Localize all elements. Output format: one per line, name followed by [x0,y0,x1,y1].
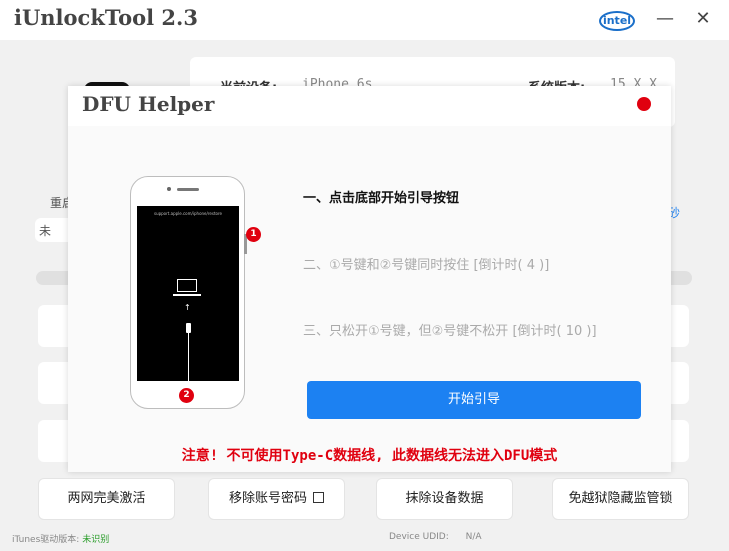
step-3: 三、只松开①号键，但②号键不松开 [倒计时( 10 )] [303,324,597,339]
close-window-button[interactable]: ✕ [692,8,714,30]
remove-account-button[interactable]: 移除账号密码 [208,478,345,520]
start-guide-button[interactable]: 开始引导 [307,381,641,419]
udid-value: N/A [465,532,482,542]
laptop-base-icon [173,294,201,296]
minimize-button[interactable]: — [654,8,676,30]
itunes-value: 未识别 [82,535,110,545]
phone-restore-url: support.apple.com/iphone/restore [153,211,222,216]
badge-power-key: 1 [246,227,261,242]
activate-button[interactable]: 两网完美激活 [38,478,175,520]
erase-device-button[interactable]: 抹除设备数据 [376,478,513,520]
status-chip-text: 未 [39,224,52,238]
itunes-label: iTunes驱动版本: [12,535,80,545]
step-2: 二、①号键和②号键同时按住 [倒计时( 4 )] [303,258,550,273]
phone-screen: support.apple.com/iphone/restore ↑ [137,206,239,381]
cable-icon [188,333,189,381]
udid-label: Device UDID: [389,532,449,542]
dfu-helper-dialog: DFU Helper support.apple.com/iphone/rest… [68,86,671,472]
badge-home-key: 2 [179,388,194,403]
hide-mdm-button[interactable]: 免越狱隐藏监管锁 [552,478,689,520]
dialog-title: DFU Helper [82,92,215,116]
phone-camera [167,187,171,191]
phone-illustration: support.apple.com/iphone/restore ↑ [130,176,247,409]
phone-speaker [177,188,199,191]
title-bar: iUnlockTool 2.3 intel — ✕ [0,0,729,40]
lightning-connector-icon [186,323,191,333]
dialog-header: DFU Helper [68,86,671,126]
remove-account-checkbox[interactable] [313,492,324,503]
step-1: 一、点击底部开始引导按钮 [303,191,460,206]
arrow-up-icon: ↑ [184,303,191,312]
laptop-icon [177,279,197,292]
intel-logo: intel [599,11,635,31]
itunes-status: iTunes驱动版本: 未识别 [12,532,109,545]
dialog-close-button[interactable] [637,97,651,111]
type-c-warning: 注意! 不可使用Type-C数据线, 此数据线无法进入DFU模式 [181,448,558,464]
app-title: iUnlockTool 2.3 [14,5,198,30]
udid-status: Device UDID: N/A [389,532,482,542]
